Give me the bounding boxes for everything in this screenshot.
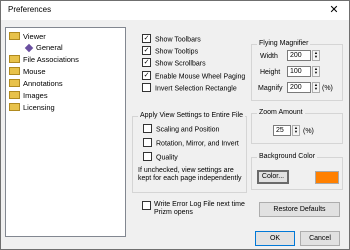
check-icon: ✓	[142, 58, 151, 67]
background-color-group: Background Color Color...	[251, 153, 343, 190]
folder-icon	[9, 32, 20, 41]
magnify-percent-label: (%)	[322, 85, 333, 92]
magnify-spinner[interactable]: ▲ ▼	[312, 82, 320, 93]
flying-magnifier-group: Flying Magnifier Width 200 ▲ ▼ Height 100…	[251, 40, 343, 101]
cancel-button[interactable]: Cancel	[300, 231, 340, 246]
tree-item-annotations[interactable]: Annotations	[9, 78, 63, 89]
write-error-log-checkbox[interactable]: Write Error Log File next time Prizm ope…	[142, 200, 245, 218]
window-title: Preferences	[8, 5, 52, 14]
close-icon[interactable]: ✕	[323, 3, 345, 18]
tree-item-viewer[interactable]: Viewer	[9, 31, 46, 42]
tree-item-file-associations[interactable]: File Associations	[9, 54, 79, 65]
ok-button[interactable]: OK	[255, 231, 295, 246]
background-color-swatch	[315, 171, 339, 184]
check-icon: ✓	[142, 71, 151, 80]
apply-settings-note: If unchecked, view settings are kept for…	[138, 167, 242, 182]
show-toolbars-checkbox[interactable]: ✓ Show Toolbars	[142, 34, 201, 45]
check-icon: ✓	[142, 46, 151, 55]
settings-node-icon	[24, 43, 34, 53]
folder-icon	[9, 67, 20, 76]
enable-wheel-paging-checkbox[interactable]: ✓ Enable Mouse Wheel Paging	[142, 71, 245, 82]
group-title: Apply View Settings to Entire File	[138, 112, 245, 119]
group-title: Flying Magnifier	[257, 40, 311, 47]
folder-icon	[9, 103, 20, 112]
folder-icon	[9, 55, 20, 64]
height-input[interactable]: 100	[287, 66, 311, 77]
tree-item-images[interactable]: Images	[9, 90, 48, 101]
height-spinner[interactable]: ▲ ▼	[312, 66, 320, 77]
width-label: Width	[260, 53, 278, 60]
width-spinner[interactable]: ▲ ▼	[312, 50, 320, 61]
rotation-mirror-invert-checkbox[interactable]: Rotation, Mirror, and Invert	[143, 138, 239, 149]
zoom-percent-label: (%)	[303, 128, 314, 135]
invert-selection-checkbox[interactable]: Invert Selection Rectangle	[142, 83, 237, 94]
apply-view-settings-group: Apply View Settings to Entire File Scali…	[132, 112, 247, 193]
folder-icon	[9, 91, 20, 100]
tree-item-general[interactable]: General	[24, 42, 63, 53]
scaling-position-checkbox[interactable]: Scaling and Position	[143, 124, 219, 135]
zoom-amount-group: Zoom Amount 25 ▲ ▼ (%)	[251, 109, 343, 144]
preferences-dialog: Preferences ✕ Viewer General File Associ…	[0, 0, 350, 250]
category-tree: Viewer General File Associations Mouse A…	[5, 27, 126, 237]
folder-icon	[9, 79, 20, 88]
width-input[interactable]: 200	[287, 50, 311, 61]
check-icon: ✓	[142, 34, 151, 43]
tree-item-mouse[interactable]: Mouse	[9, 66, 46, 77]
show-scrollbars-checkbox[interactable]: ✓ Show Scrollbars	[142, 58, 206, 69]
group-title: Zoom Amount	[257, 109, 305, 116]
group-title: Background Color	[257, 153, 318, 160]
zoom-spinner[interactable]: ▲ ▼	[292, 125, 300, 136]
title-bar: Preferences ✕	[1, 1, 349, 20]
tree-item-licensing[interactable]: Licensing	[9, 102, 55, 113]
magnify-input[interactable]: 200	[287, 82, 311, 93]
magnify-label: Magnify	[258, 85, 283, 92]
zoom-input[interactable]: 25	[273, 125, 291, 136]
restore-defaults-button[interactable]: Restore Defaults	[259, 202, 340, 217]
show-tooltips-checkbox[interactable]: ✓ Show Tooltips	[142, 46, 198, 57]
quality-checkbox[interactable]: Quality	[143, 152, 178, 163]
height-label: Height	[260, 69, 281, 76]
color-button[interactable]: Color...	[257, 170, 289, 184]
